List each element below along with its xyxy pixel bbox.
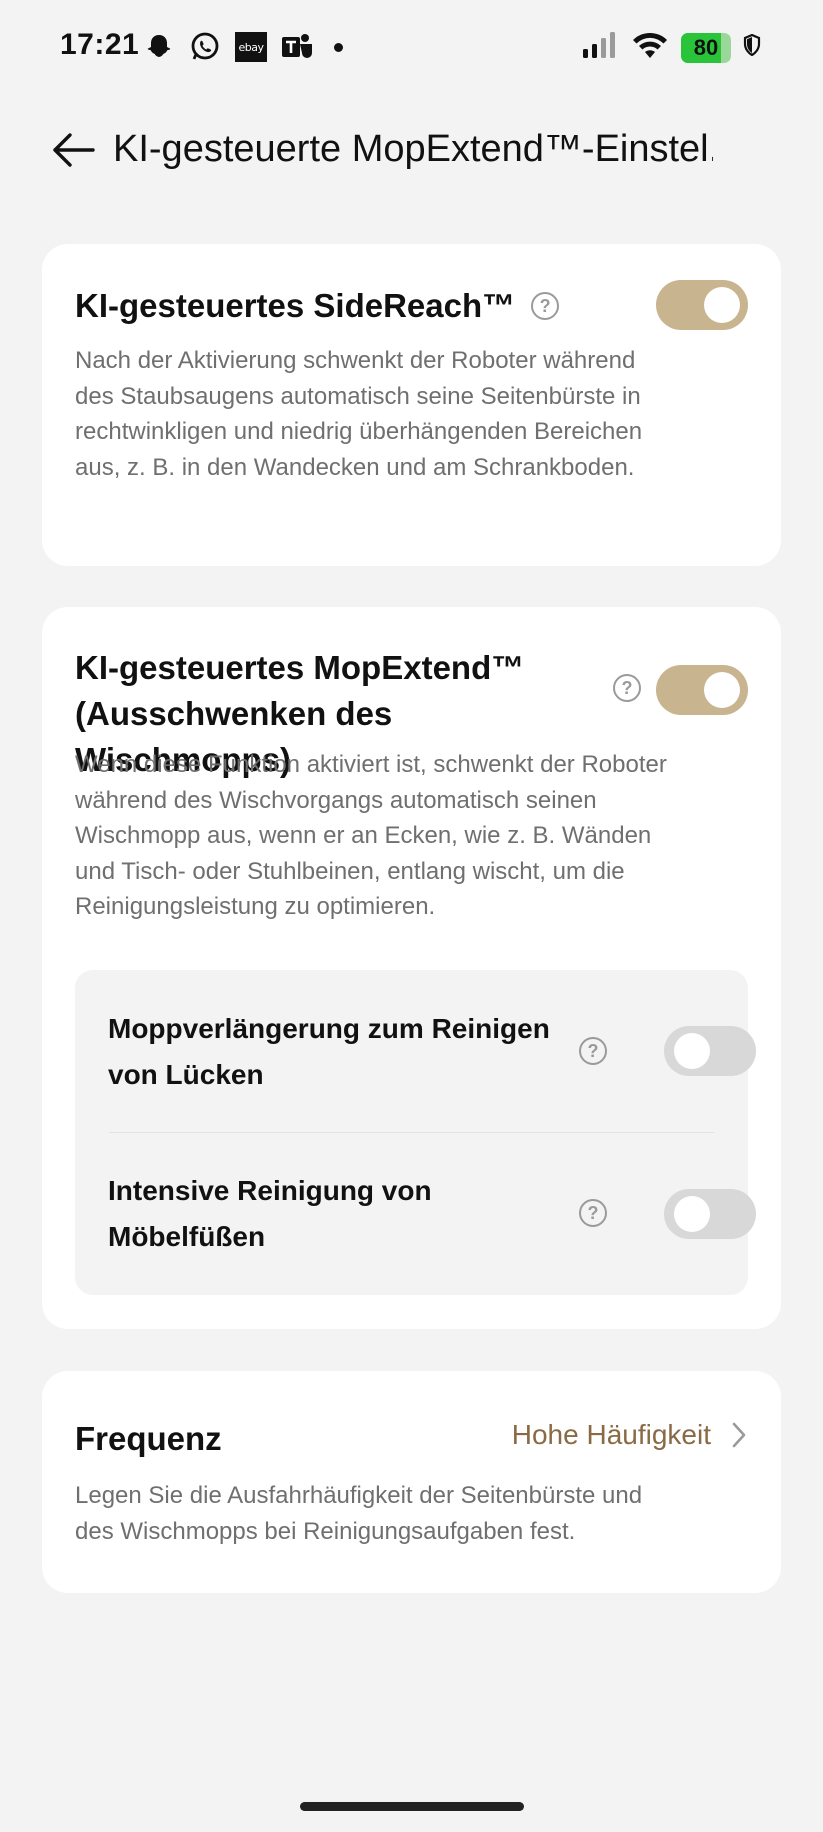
option-label-line1: Moppverlängerung zum Reinigen (108, 1013, 550, 1044)
status-time: 17:21 (60, 28, 140, 61)
toggle-knob (704, 287, 740, 323)
furniture-legs-help-icon[interactable]: ? (579, 1199, 607, 1227)
more-notifications-dot (334, 42, 343, 52)
sidereach-card: KI-gesteuertes SideReach™ ? Nach der Akt… (42, 244, 781, 566)
whatsapp-icon (188, 30, 222, 64)
teams-icon (280, 30, 314, 64)
battery-level-text: 80 (693, 34, 719, 60)
sidereach-toggle[interactable] (656, 280, 748, 330)
chevron-right-icon (732, 1422, 746, 1448)
sidereach-description: Nach der Aktivierung schwenkt der Robote… (75, 347, 643, 481)
arrow-left-icon (53, 133, 95, 167)
wifi-icon (631, 30, 669, 65)
sidereach-help-icon[interactable]: ? (531, 292, 560, 320)
toggle-knob (674, 1196, 710, 1232)
toggle-knob (674, 1033, 710, 1069)
frequency-title: Frequenz (75, 1420, 222, 1457)
ebay-label: ebay (235, 32, 267, 62)
vpn-shield-icon (743, 33, 761, 61)
status-bar: 17:21 ebay 80 (0, 0, 823, 96)
frequency-card[interactable]: Frequenz Hohe Häufigkeit Legen Sie die A… (42, 1371, 781, 1593)
sidereach-title: KI-gesteuertes SideReach™ (75, 287, 516, 324)
mopextend-options-panel: Moppverlängerung zum Reinigen von Lücken… (75, 970, 756, 1295)
option-row-gap-cleaning: Moppverlängerung zum Reinigen von Lücken… (75, 970, 756, 1132)
mopextend-description: Wenn diese Funktion aktiviert ist, schwe… (75, 751, 667, 920)
ebay-icon: ebay (234, 30, 268, 64)
signal-icon (581, 31, 619, 64)
mopextend-toggle[interactable] (656, 665, 748, 715)
option-label-line2: von Lücken (108, 1059, 264, 1090)
mopextend-card: KI-gesteuertes MopExtend™ (Ausschwenken … (42, 607, 781, 1329)
app-header: KI-gesteuerte MopExtend™-Einstel... (0, 110, 823, 190)
frequency-value: Hohe Häufigkeit (511, 1419, 711, 1450)
notification-icons: ebay (142, 30, 343, 64)
option-label-line2: Möbelfüßen (108, 1221, 266, 1252)
mopextend-help-icon[interactable]: ? (613, 674, 641, 702)
gap-cleaning-toggle[interactable] (664, 1026, 756, 1076)
option-label-line1: Intensive Reinigung von (108, 1175, 432, 1206)
system-icons: 80 (581, 30, 761, 65)
frequency-value-row[interactable]: Hohe Häufigkeit (512, 1419, 747, 1451)
toggle-knob (704, 672, 740, 708)
mopextend-title-line1: KI-gesteuertes MopExtend™ (75, 649, 525, 686)
back-button[interactable] (50, 128, 100, 172)
home-indicator[interactable] (300, 1802, 524, 1811)
page-title: KI-gesteuerte MopExtend™-Einstel... (113, 128, 713, 170)
gap-cleaning-help-icon[interactable]: ? (579, 1037, 607, 1065)
snapchat-icon (142, 30, 176, 64)
option-row-furniture-legs: Intensive Reinigung von Möbelfüßen ? (75, 1133, 756, 1295)
frequency-description: Legen Sie die Ausfahrhäufigkeit der Seit… (75, 1482, 643, 1545)
battery-indicator: 80 (681, 32, 731, 63)
furniture-legs-toggle[interactable] (664, 1189, 756, 1239)
